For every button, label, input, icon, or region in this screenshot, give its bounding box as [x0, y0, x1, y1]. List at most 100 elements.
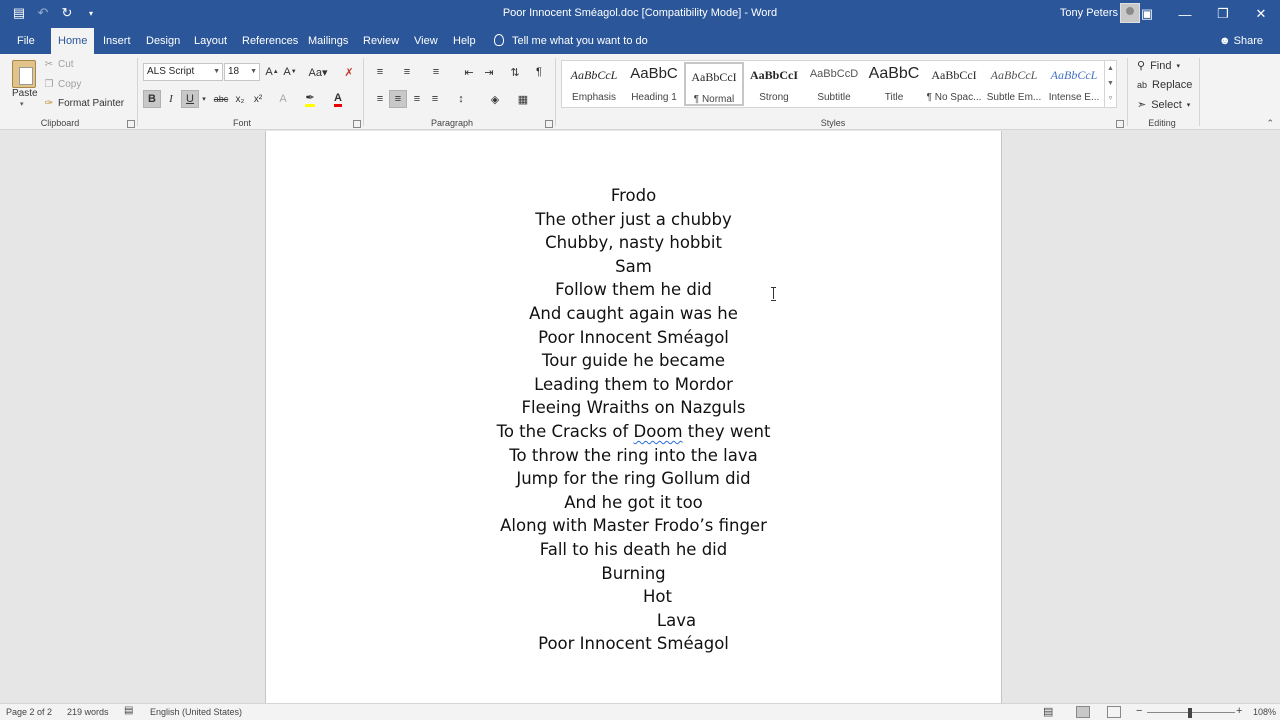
font-name-combo[interactable]: ALS Script ▼ [143, 63, 223, 81]
paste-dropdown-icon[interactable]: ▾ [20, 100, 24, 108]
zoom-slider-thumb[interactable] [1188, 708, 1192, 718]
tab-mailings[interactable]: Mailings [301, 28, 355, 54]
share-button[interactable]: ☻ Share [1219, 28, 1263, 54]
text-effects-icon[interactable]: A [274, 90, 292, 108]
style-intense-emphasis[interactable]: AaBbCcL Intense E... [1044, 62, 1104, 106]
copy-button[interactable]: ❐ Copy [44, 79, 82, 90]
collapse-ribbon-icon[interactable]: ⌃ [1266, 118, 1274, 129]
style-no-spacing[interactable]: AaBbCcI ¶ No Spac... [924, 62, 984, 106]
bullets-icon[interactable]: ≡ [371, 63, 389, 81]
chevron-down-icon[interactable]: ▼ [1105, 76, 1116, 91]
select-label: Select [1151, 98, 1182, 111]
tab-design[interactable]: Design [139, 28, 187, 54]
style-normal[interactable]: AaBbCcI ¶ Normal [684, 62, 744, 106]
style-title[interactable]: AaBbC Title [864, 62, 924, 106]
zoom-out-button[interactable]: − [1136, 705, 1142, 717]
tab-file[interactable]: File [10, 28, 42, 54]
highlight-icon[interactable]: ✒ [301, 90, 319, 108]
justify-icon[interactable]: ≡ [426, 90, 444, 108]
zoom-in-button[interactable]: + [1236, 705, 1242, 717]
page-count[interactable]: Page 2 of 2 [6, 707, 52, 717]
misspelled-word[interactable]: Doom [634, 422, 683, 441]
change-case-icon[interactable]: Aa▾ [305, 63, 331, 81]
text-line: The other just a chubby [535, 209, 732, 229]
grow-font-icon[interactable]: A ▲ [263, 63, 281, 81]
strikethrough-button[interactable]: abc [211, 90, 231, 108]
multilevel-list-icon[interactable]: ≡ [427, 63, 445, 81]
print-layout-icon[interactable] [1076, 706, 1090, 718]
style-heading-1[interactable]: AaBbC Heading 1 [624, 62, 684, 106]
tab-insert[interactable]: Insert [96, 28, 138, 54]
document-page[interactable]: Frodo The other just a chubby Chubby, na… [265, 131, 1002, 706]
tab-view[interactable]: View [407, 28, 445, 54]
tab-help[interactable]: Help [446, 28, 483, 54]
document-area[interactable]: Frodo The other just a chubby Chubby, na… [0, 131, 1280, 706]
tell-me-search[interactable]: Tell me what you want to do [494, 28, 648, 54]
superscript-button[interactable]: x² [249, 90, 267, 108]
person-icon: ☻ [1219, 35, 1231, 47]
tab-home[interactable]: Home [51, 28, 95, 54]
tab-references[interactable]: References [235, 28, 305, 54]
font-size-value: 18 [228, 66, 240, 77]
tab-layout[interactable]: Layout [187, 28, 234, 54]
gallery-scrollbar[interactable]: ▲ ▼ ▿ [1104, 61, 1116, 107]
word-count[interactable]: 219 words [67, 707, 109, 717]
web-layout-icon[interactable] [1107, 706, 1121, 718]
find-button[interactable]: ⚲ Find ▾ [1137, 59, 1180, 73]
document-text[interactable]: Frodo The other just a chubby Chubby, na… [266, 184, 1001, 656]
more-styles-icon[interactable]: ▿ [1105, 91, 1116, 106]
paste-icon[interactable] [12, 60, 36, 88]
ribbon-display-icon[interactable]: ▣ [1128, 0, 1166, 28]
font-color-icon[interactable]: A [329, 90, 347, 108]
replace-button[interactable]: ab Replace [1137, 79, 1192, 91]
font-size-combo[interactable]: 18 ▼ [224, 63, 260, 81]
cut-label: Cut [58, 59, 74, 70]
subscript-button[interactable]: x₂ [231, 90, 249, 108]
style-subtle-emphasis[interactable]: AaBbCcL Subtle Em... [984, 62, 1044, 106]
underline-dropdown-icon[interactable]: ▾ [199, 90, 209, 108]
shrink-font-icon[interactable]: A ▼ [281, 63, 299, 81]
cursor-icon: ➣ [1137, 99, 1147, 111]
align-center-icon[interactable]: ≡ [389, 90, 407, 108]
cut-button[interactable]: ✂ Cut [44, 59, 74, 70]
decrease-indent-icon[interactable]: ⇤ [460, 63, 478, 81]
text-line: Poor Innocent Sméagol [538, 634, 729, 654]
numbering-icon[interactable]: ≡ [398, 63, 416, 81]
format-painter-button[interactable]: ✑ Format Painter [44, 98, 124, 109]
clipboard-launcher-icon[interactable] [127, 120, 135, 128]
select-button[interactable]: ➣ Select ▾ [1137, 98, 1190, 112]
styles-launcher-icon[interactable] [1116, 120, 1124, 128]
borders-icon[interactable]: ▦ [514, 90, 532, 108]
underline-button[interactable]: U [181, 90, 199, 108]
chevron-up-icon[interactable]: ▲ [1105, 61, 1116, 76]
paragraph-launcher-icon[interactable] [545, 120, 553, 128]
shading-icon[interactable]: ◈ [486, 90, 504, 108]
font-launcher-icon[interactable] [353, 120, 361, 128]
bold-button[interactable]: B [143, 90, 161, 108]
restore-icon[interactable]: ❐ [1204, 0, 1242, 28]
align-left-icon[interactable]: ≡ [371, 90, 389, 108]
style-preview: AaBbCcI [931, 68, 977, 82]
align-right-icon[interactable]: ≡ [408, 90, 426, 108]
proofing-icon[interactable]: ▤ [124, 705, 133, 716]
italic-button[interactable]: I [162, 90, 180, 108]
minimize-icon[interactable]: — [1166, 0, 1204, 28]
increase-indent-icon[interactable]: ⇥ [480, 63, 498, 81]
clear-formatting-icon[interactable]: ✗ [340, 63, 358, 81]
paste-button[interactable]: Paste [12, 88, 38, 99]
text-cursor-icon [771, 287, 776, 301]
language[interactable]: English (United States) [150, 707, 242, 717]
line-spacing-icon[interactable]: ↕ [452, 90, 470, 108]
replace-icon: ab [1137, 80, 1148, 90]
tab-review[interactable]: Review [356, 28, 406, 54]
style-subtitle[interactable]: AaBbCcD Subtitle [804, 62, 864, 106]
user-name[interactable]: Tony Peters [1060, 7, 1118, 19]
close-icon[interactable]: ✕ [1242, 0, 1280, 28]
style-emphasis[interactable]: AaBbCcL Emphasis [564, 62, 624, 106]
format-painter-label: Format Painter [58, 98, 125, 109]
show-formatting-icon[interactable]: ¶ [530, 63, 548, 81]
style-strong[interactable]: AaBbCcI Strong [744, 62, 804, 106]
sort-icon[interactable]: ⇅ [506, 63, 524, 81]
zoom-level[interactable]: 108% [1253, 707, 1276, 717]
read-mode-icon[interactable]: ▤ [1043, 705, 1053, 718]
